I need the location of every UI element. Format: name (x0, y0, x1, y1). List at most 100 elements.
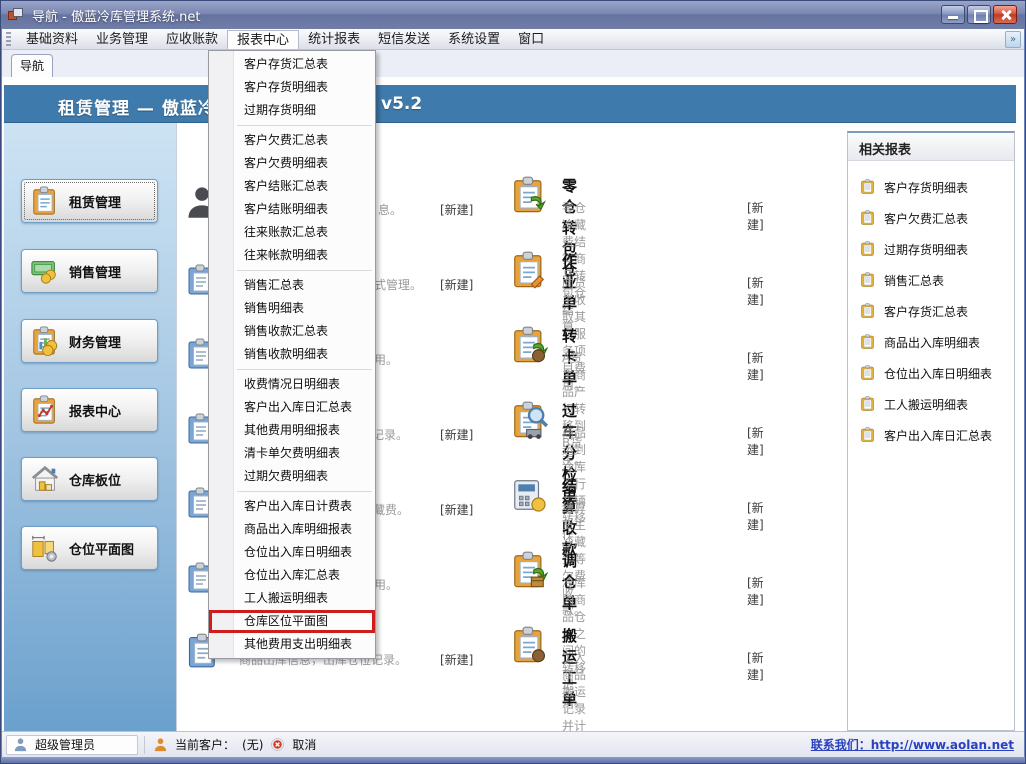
report-doc-icon (860, 427, 876, 443)
toolbar-overflow-icon[interactable]: » (1005, 31, 1021, 48)
menu-sms[interactable]: 短信发送 (369, 30, 439, 49)
dropdown-item[interactable]: 销售明细表 (209, 297, 375, 320)
new-link[interactable]: [新建] (440, 426, 473, 443)
related-report-item[interactable]: 客户存货明细表 (860, 175, 1010, 199)
sidebar-button-sales[interactable]: 销售管理 (21, 249, 158, 293)
status-bar: 超级管理员 当前客户： (无) 取消 联系我们：http://www.aolan… (2, 731, 1024, 757)
user-icon (13, 737, 28, 752)
dropdown-item[interactable]: 其他费用支出明细表 (209, 633, 375, 656)
menu-report-center[interactable]: 报表中心 (227, 30, 299, 49)
dropdown-item[interactable]: 过期欠费明细表 (209, 465, 375, 488)
dropdown-item[interactable]: 客户结账汇总表 (209, 175, 375, 198)
new-link[interactable]: [新建] (440, 201, 473, 218)
report-doc-icon (860, 396, 876, 412)
toolbar-grip-icon (6, 32, 11, 46)
warehouse-move-icon (510, 550, 548, 590)
cancel-button[interactable]: 取消 (292, 736, 316, 753)
finance-clipboard-icon (30, 326, 60, 356)
report-doc-icon (860, 241, 876, 257)
related-report-item[interactable]: 客户欠费汇总表 (860, 206, 1010, 230)
report-doc-icon (860, 365, 876, 381)
dropdown-item[interactable]: 客户存货明细表 (209, 76, 375, 99)
dropdown-item[interactable]: 客户结账明细表 (209, 198, 375, 221)
dropdown-item[interactable]: 销售收款汇总表 (209, 320, 375, 343)
new-link[interactable]: [新建] (747, 349, 764, 383)
banner: 租赁管理 — 傲蓝冷 v5.2 (4, 85, 1016, 123)
sidebar-button-warehouse[interactable]: 仓库板位 (21, 457, 158, 501)
close-button[interactable] (993, 5, 1017, 24)
menu-business[interactable]: 业务管理 (87, 30, 157, 49)
dropdown-item[interactable]: 销售收款明细表 (209, 343, 375, 366)
dropdown-item[interactable]: 客户欠费明细表 (209, 152, 375, 175)
menu-window[interactable]: 窗口 (509, 30, 553, 49)
contact-link[interactable]: 联系我们：http://www.aolan.net (811, 736, 1014, 753)
tab-navigation[interactable]: 导航 (11, 54, 53, 77)
menu-bar: 基础资料 业务管理 应收账款 报表中心 统计报表 短信发送 系统设置 窗口 » (2, 29, 1024, 50)
panel-header: 相关报表 (848, 133, 1014, 161)
sidebar-button-layout[interactable]: 仓位平面图 (21, 526, 158, 570)
window-bottom-border (1, 757, 1025, 763)
menu-settings[interactable]: 系统设置 (439, 30, 509, 49)
report-center-dropdown: 客户存货汇总表 客户存货明细表 过期存货明细 客户欠费汇总表 客户欠费明细表 客… (208, 50, 376, 659)
minimize-button[interactable] (941, 5, 965, 24)
new-link[interactable]: [新建] (747, 499, 764, 533)
dropdown-item[interactable]: 清卡单欠费明细表 (209, 442, 375, 465)
sidebar: 租赁管理 销售管理 财务管理 报表中心 仓库板位 仓位平面图 (4, 123, 176, 731)
dropdown-item[interactable]: 客户出入库日汇总表 (209, 396, 375, 419)
dropdown-item-warehouse-zone-map[interactable]: 仓库区位平面图 (209, 610, 375, 633)
left-row-desc: 用。 (374, 576, 398, 593)
dropdown-item[interactable]: 仓位出入库汇总表 (209, 564, 375, 587)
report-doc-icon (860, 303, 876, 319)
dropdown-item[interactable]: 销售汇总表 (209, 274, 375, 297)
dropdown-item[interactable]: 仓位出入库日明细表 (209, 541, 375, 564)
new-link[interactable]: [新建] (747, 574, 764, 608)
maximize-button[interactable] (967, 5, 991, 24)
left-row-desc: 用。 (374, 351, 398, 368)
new-link[interactable]: [新建] (747, 274, 764, 308)
dropdown-item[interactable]: 往来帐款明细表 (209, 244, 375, 267)
dropdown-item[interactable]: 往来账款汇总表 (209, 221, 375, 244)
menu-separator (237, 369, 372, 370)
dropdown-item[interactable]: 客户欠费汇总表 (209, 129, 375, 152)
menu-separator (237, 491, 372, 492)
sidebar-button-rental[interactable]: 租赁管理 (21, 179, 158, 223)
new-link[interactable]: [新建] (747, 424, 764, 458)
related-report-item[interactable]: 过期存货明细表 (860, 237, 1010, 261)
related-report-item[interactable]: 客户存货汇总表 (860, 299, 1010, 323)
money-icon (30, 256, 60, 286)
truck-inspection-icon (510, 400, 548, 440)
title-bar[interactable]: 导航 - 傲蓝冷库管理系统.net (1, 1, 1025, 29)
sidebar-button-finance[interactable]: 财务管理 (21, 319, 158, 363)
layout-plan-icon (30, 533, 60, 563)
new-link[interactable]: [新建] (747, 649, 764, 683)
current-user: 超级管理员 (35, 736, 95, 753)
related-report-item[interactable]: 仓位出入库日明细表 (860, 361, 1010, 385)
new-link[interactable]: [新建] (440, 501, 473, 518)
report-doc-icon (860, 272, 876, 288)
customer-label: 当前客户： (175, 736, 235, 753)
dropdown-item[interactable]: 过期存货明细 (209, 99, 375, 122)
menu-receivables[interactable]: 应收账款 (157, 30, 227, 49)
related-report-item[interactable]: 客户出入库日汇总表 (860, 423, 1010, 447)
banner-title: 租赁管理 — 傲蓝冷 (58, 94, 216, 119)
new-link[interactable]: [新建] (747, 199, 764, 233)
sidebar-button-reports[interactable]: 报表中心 (21, 388, 158, 432)
main-surface: 租赁管理 — 傲蓝冷 v5.2 租赁管理 销售管理 财务管理 报表中心 (2, 77, 1024, 731)
new-link[interactable]: [新建] (440, 651, 473, 668)
dropdown-item[interactable]: 客户出入库日计费表 (209, 495, 375, 518)
new-link[interactable]: [新建] (440, 276, 473, 293)
menu-basic-data[interactable]: 基础资料 (17, 30, 87, 49)
banner-version: v5.2 (381, 94, 422, 114)
work-order-icon (510, 250, 548, 290)
dropdown-item[interactable]: 工人搬运明细表 (209, 587, 375, 610)
settlement-calculator-icon (510, 475, 548, 515)
related-report-item[interactable]: 工人搬运明细表 (860, 392, 1010, 416)
dropdown-item[interactable]: 商品出入库明细报表 (209, 518, 375, 541)
related-report-item[interactable]: 销售汇总表 (860, 268, 1010, 292)
menu-statistics[interactable]: 统计报表 (299, 30, 369, 49)
related-report-item[interactable]: 商品出入库明细表 (860, 330, 1010, 354)
dropdown-item[interactable]: 客户存货汇总表 (209, 53, 375, 76)
dropdown-item[interactable]: 其他费用明细报表 (209, 419, 375, 442)
cancel-icon[interactable] (270, 737, 285, 752)
dropdown-item[interactable]: 收费情况日明细表 (209, 373, 375, 396)
